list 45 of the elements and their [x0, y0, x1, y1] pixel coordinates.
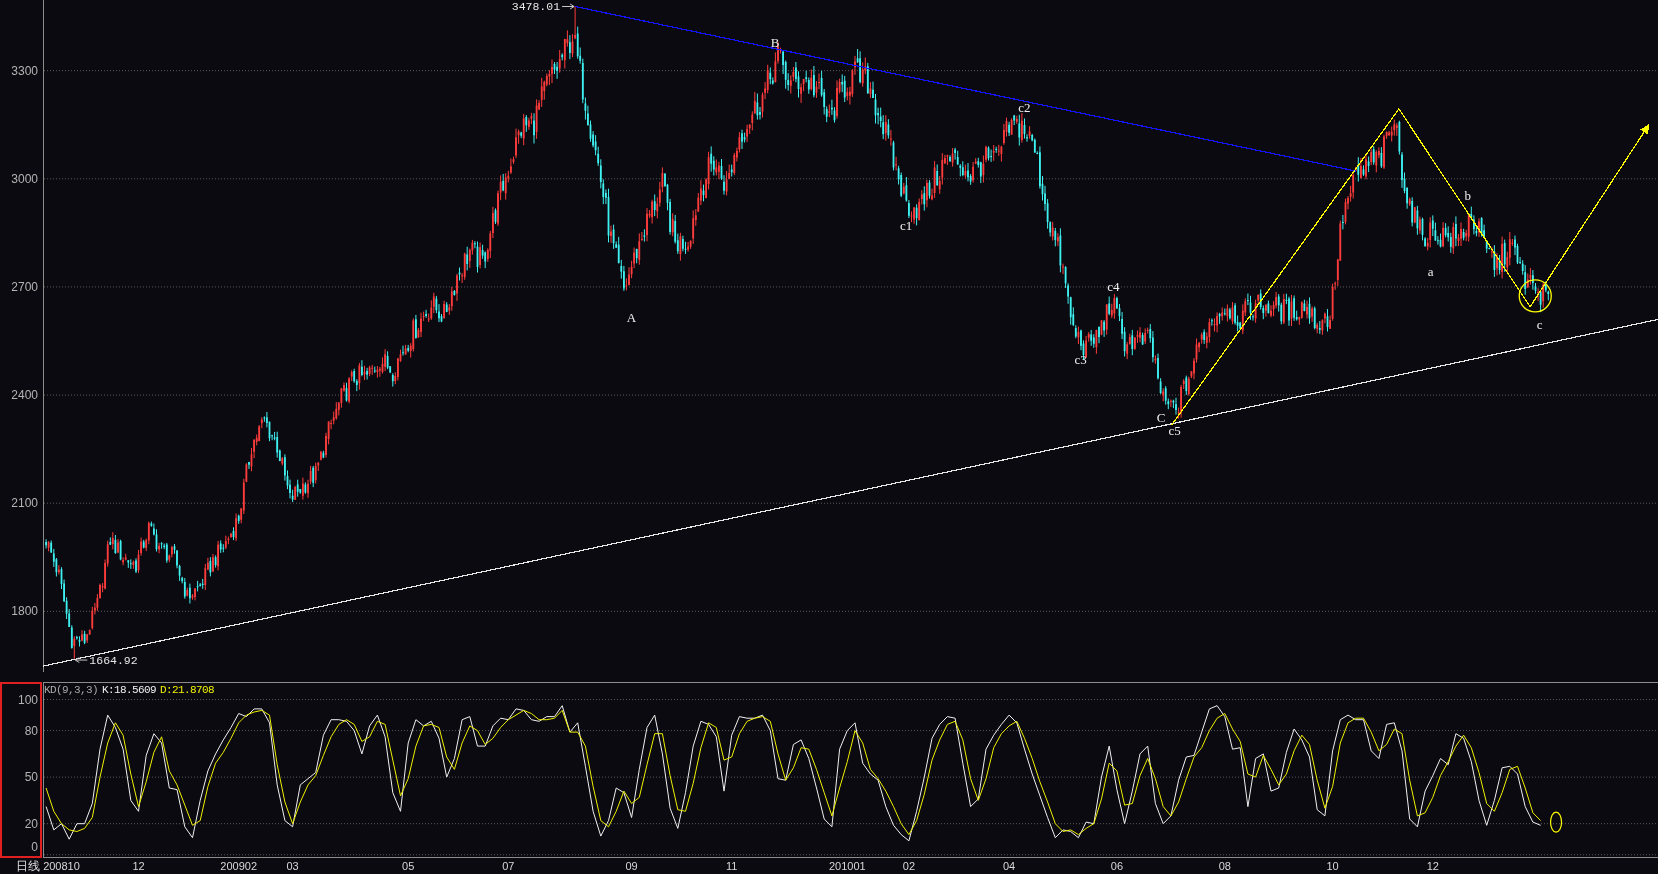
- date-axis-label: 03: [286, 860, 299, 872]
- wave-label: A: [626, 309, 636, 325]
- wave-label: c2: [1018, 100, 1031, 116]
- date-axis-label: 05: [402, 860, 415, 872]
- wave-label: c1: [899, 217, 913, 233]
- indicator-axis-label: 80: [24, 723, 38, 738]
- date-axis-label: 07: [502, 860, 515, 872]
- date-axis-label: 09: [625, 860, 638, 872]
- date-axis-label: 04: [1002, 860, 1016, 872]
- period-label: 日线: [16, 859, 40, 873]
- price-extreme-label: 3478.01: [511, 0, 561, 13]
- date-axis-label: 200902: [220, 860, 258, 872]
- wave-label: c: [1536, 316, 1543, 332]
- wave-label: c5: [1168, 422, 1181, 438]
- price-axis-label: 2700: [11, 279, 38, 294]
- wave-label: C: [1156, 410, 1166, 426]
- price-axis-label: 3000: [11, 171, 38, 186]
- indicator-title: KD(9,3,3): [44, 684, 98, 697]
- wave-label: b: [1464, 188, 1471, 204]
- date-axis-label: 201001: [828, 860, 866, 872]
- price-axis-label: 3300: [11, 63, 38, 78]
- price-extreme-label: 1664.92: [89, 653, 138, 667]
- date-axis-label: 200810: [43, 860, 80, 872]
- price-axis-label: 1800: [11, 604, 38, 619]
- date-axis-label: 12: [132, 860, 145, 872]
- date-axis-label: 08: [1218, 860, 1231, 872]
- indicator-value: K:18.5609: [102, 684, 157, 697]
- wave-label: a: [1427, 264, 1434, 280]
- date-axis-label: 02: [902, 860, 916, 872]
- price-axis-label: 2400: [11, 388, 38, 403]
- date-axis-label: 11: [726, 860, 738, 872]
- wave-label: c4: [1107, 279, 1120, 295]
- pointer-arrow: [561, 3, 575, 10]
- pointer-arrow: [74, 657, 88, 664]
- price-axis-label: 2100: [11, 496, 38, 511]
- indicator-axis-label: 20: [24, 816, 38, 831]
- date-axis-label: 10: [1326, 860, 1339, 872]
- indicator-value: D:21.8708: [160, 684, 215, 697]
- indicator-axis-label: 50: [24, 770, 38, 785]
- indicator-axis-label: 0: [31, 840, 38, 854]
- wave-label: c3: [1074, 351, 1087, 367]
- wave-label: B: [770, 34, 780, 50]
- date-axis-label: 06: [1110, 860, 1124, 872]
- indicator-axis-label: 100: [17, 692, 38, 707]
- date-axis-label: 12: [1426, 860, 1439, 872]
